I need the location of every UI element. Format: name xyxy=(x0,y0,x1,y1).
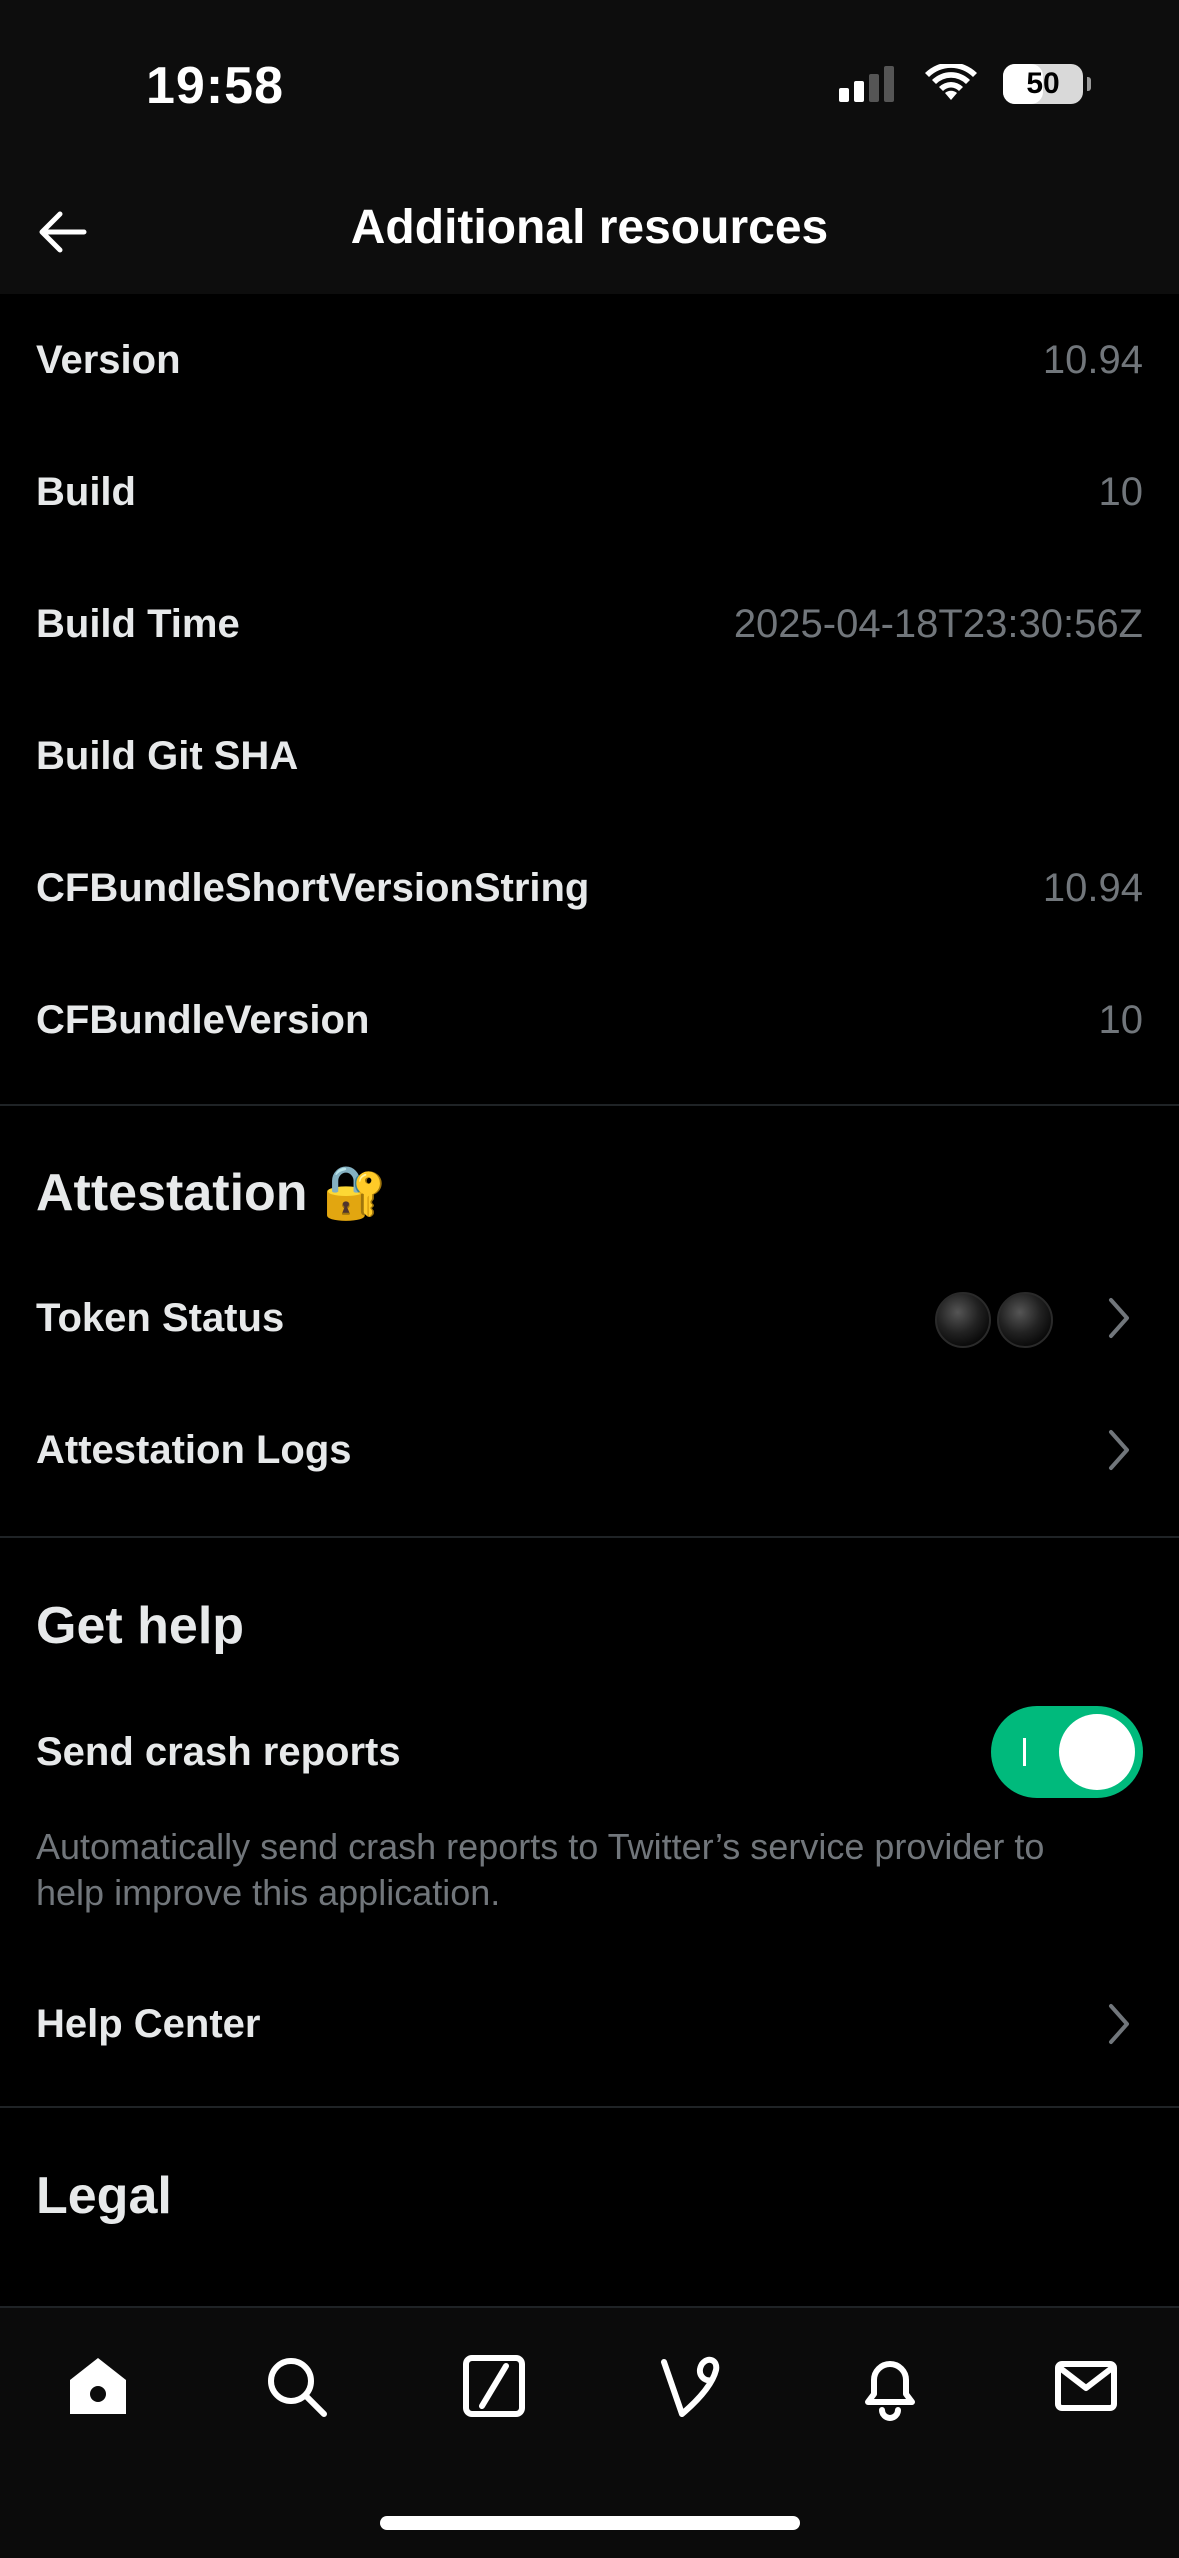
chevron-right-icon xyxy=(1109,1430,1129,1470)
info-value: 10 xyxy=(1098,998,1144,1042)
section-divider xyxy=(0,2106,1179,2108)
info-row-build: Build 10 xyxy=(0,426,1179,558)
help-center-label: Help Center xyxy=(36,2002,261,2046)
toggle-on-mark xyxy=(1023,1738,1026,1766)
battery-indicator: 50 xyxy=(1003,64,1091,104)
wifi-icon xyxy=(925,64,977,100)
section-divider xyxy=(0,1536,1179,1538)
status-bar: 19:58 50 xyxy=(0,0,1179,170)
crash-reports-description: Automatically send crash reports to Twit… xyxy=(36,1826,1045,1913)
info-label: Build Git SHA xyxy=(36,734,299,778)
lock-key-icon: 🔐 xyxy=(322,1164,387,1222)
token-indicator-icon xyxy=(935,1292,991,1348)
send-crash-reports-toggle[interactable] xyxy=(991,1706,1143,1798)
send-crash-reports-row: Send crash reports xyxy=(0,1686,1179,1818)
token-status-label: Token Status xyxy=(36,1296,285,1340)
info-row-build-time: Build Time 2025-04-18T23:30:56Z xyxy=(0,558,1179,690)
notifications-icon[interactable] xyxy=(854,2350,926,2422)
info-value: 10.94 xyxy=(1042,866,1143,910)
search-icon[interactable] xyxy=(260,2350,332,2422)
section-heading-get-help: Get help xyxy=(36,1597,245,1655)
home-icon[interactable] xyxy=(62,2350,134,2422)
info-row-build-git-sha: Build Git SHA xyxy=(0,690,1179,822)
send-crash-reports-label: Send crash reports xyxy=(36,1730,401,1774)
token-status-row[interactable]: Token Status xyxy=(0,1252,1179,1384)
info-row-version: Version 10.94 xyxy=(0,294,1179,426)
toggle-knob xyxy=(1059,1714,1135,1790)
help-center-row[interactable]: Help Center xyxy=(0,1958,1179,2090)
info-label: CFBundleShortVersionString xyxy=(36,866,590,910)
status-time: 19:58 xyxy=(146,57,284,115)
messages-icon[interactable] xyxy=(1050,2350,1122,2422)
info-label: Build Time xyxy=(36,602,240,646)
token-status-indicators xyxy=(935,1292,1053,1348)
attestation-logs-row[interactable]: Attestation Logs xyxy=(0,1384,1179,1516)
section-heading-legal: Legal xyxy=(36,2167,172,2225)
grok-icon[interactable] xyxy=(458,2350,530,2422)
info-label: Version xyxy=(36,338,181,382)
section-heading-text: Attestation xyxy=(36,1164,308,1222)
info-row-cfbundle-short-version: CFBundleShortVersionString 10.94 xyxy=(0,822,1179,954)
section-heading-attestation: Attestation 🔐 xyxy=(36,1162,387,1223)
attestation-logs-label: Attestation Logs xyxy=(36,1428,352,1472)
info-value: 10 xyxy=(1098,470,1144,514)
chevron-right-icon xyxy=(1109,1298,1129,1338)
home-indicator xyxy=(380,2516,800,2530)
vine-icon[interactable] xyxy=(656,2350,728,2422)
status-icons: 50 xyxy=(837,64,1091,104)
info-value: 2025-04-18T23:30:56Z xyxy=(733,602,1143,646)
info-value: 10.94 xyxy=(1042,338,1143,382)
cellular-signal-icon xyxy=(839,66,894,102)
token-indicator-icon xyxy=(997,1292,1053,1348)
info-label: Build xyxy=(36,470,136,514)
chevron-right-icon xyxy=(1109,2004,1129,2044)
battery-level-text: 50 xyxy=(1026,67,1060,100)
info-row-cfbundle-version: CFBundleVersion 10 xyxy=(0,954,1179,1086)
navigation-header: Additional resources xyxy=(0,170,1179,294)
info-label: CFBundleVersion xyxy=(36,998,370,1042)
section-divider xyxy=(0,1104,1179,1106)
page-title: Additional resources xyxy=(350,201,829,254)
